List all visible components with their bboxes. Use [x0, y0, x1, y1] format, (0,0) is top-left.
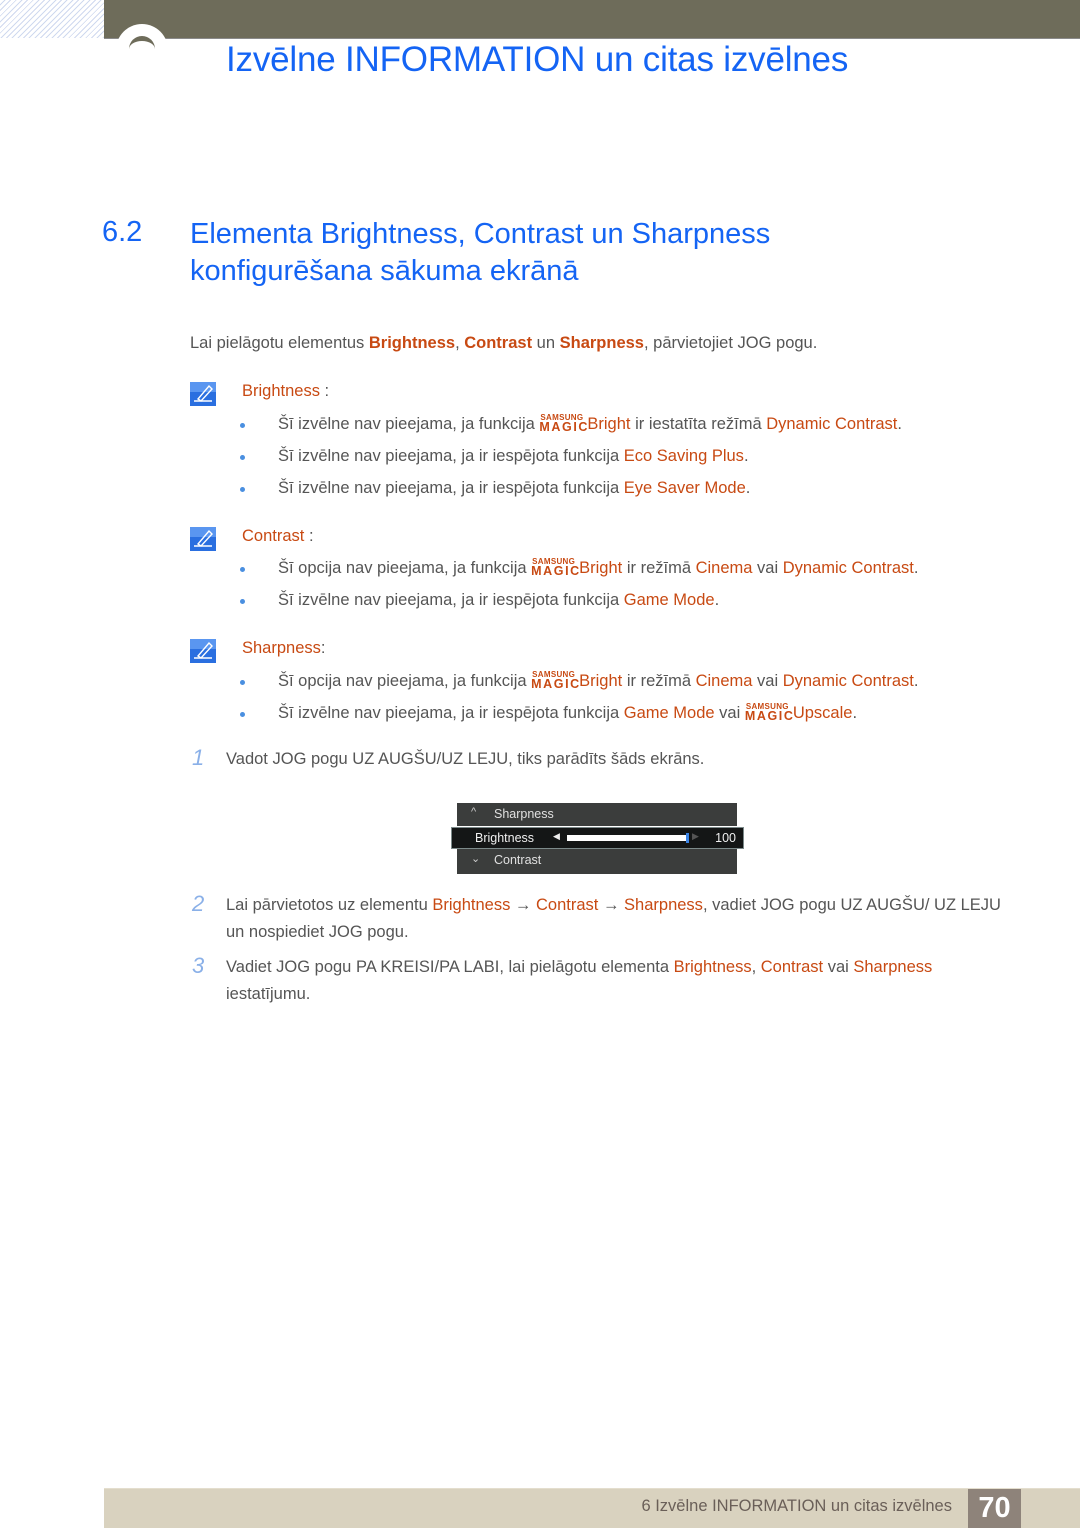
term-sharpness: Sharpness: [559, 334, 644, 352]
osd-item-down: ⌄ Contrast: [457, 849, 737, 874]
header-hatch-pattern: [0, 0, 104, 38]
step-number: 3: [192, 953, 205, 978]
samsung-magic-logo: SAMSUNG MAGIC: [531, 557, 581, 578]
footer-chapter-title: 6 Izvēlne INFORMATION un citas izvēlnes: [641, 1497, 952, 1515]
osd-item-selected: Brightness ◀ ▶ 100: [451, 827, 744, 849]
osd-item-up: ^ Sharpness: [457, 803, 737, 826]
chevron-down-icon: ⌄: [471, 853, 481, 865]
bullet-icon: [240, 423, 245, 428]
note-pencil-icon: [190, 527, 216, 551]
bullet-icon: [240, 712, 245, 717]
bullet-icon: [240, 487, 245, 492]
samsung-magic-logo: SAMSUNG MAGIC: [539, 413, 590, 434]
osd-slider-thumb: [686, 833, 689, 843]
section-title-line2: konfigurēšana sākuma ekrānā: [190, 255, 579, 287]
samsung-magic-logo: SAMSUNG MAGIC: [531, 670, 581, 691]
bullet-icon: [240, 567, 245, 572]
step-number: 1: [192, 745, 205, 770]
bullet-icon: [240, 680, 245, 685]
chapter-badge-icon: [116, 24, 168, 76]
term-brightness: Brightness: [368, 334, 456, 352]
arrow-left-icon: ◀: [553, 831, 560, 841]
bullet-icon: [240, 455, 245, 460]
step-number: 2: [192, 891, 205, 916]
term-contrast: Contrast: [464, 334, 533, 352]
page-footer: 6 Izvēlne INFORMATION un citas izvēlnes …: [104, 1488, 1080, 1528]
section-number: 6.2: [102, 216, 143, 248]
osd-slider-track: [567, 835, 686, 841]
note-pencil-icon: [190, 639, 216, 663]
osd-value: 100: [715, 831, 736, 845]
note-pencil-icon: [190, 382, 216, 406]
osd-menu-illustration: ^ Sharpness Brightness ◀ ▶ 100 ⌄ Contras…: [451, 803, 744, 875]
note-label: Sharpness: [242, 639, 321, 657]
intro-paragraph: Lai pielāgotu elementus Brightness, Cont…: [190, 334, 818, 352]
section-title-line1: Elementa Brightness, Contrast un Sharpne…: [190, 218, 771, 250]
arrow-right-icon: ▶: [692, 831, 699, 841]
note-label: Brightness: [242, 382, 320, 400]
samsung-magic-logo: SAMSUNG MAGIC: [744, 702, 795, 723]
header-bar: [104, 0, 1080, 39]
bullet-icon: [240, 599, 245, 604]
page-number: 70: [968, 1489, 1021, 1528]
chapter-title: Izvēlne INFORMATION un citas izvēlnes: [226, 40, 849, 79]
chevron-up-icon: ^: [471, 806, 477, 818]
note-label: Contrast: [242, 527, 305, 545]
section-title: Elementa Brightness, Contrast un Sharpne…: [190, 216, 770, 290]
